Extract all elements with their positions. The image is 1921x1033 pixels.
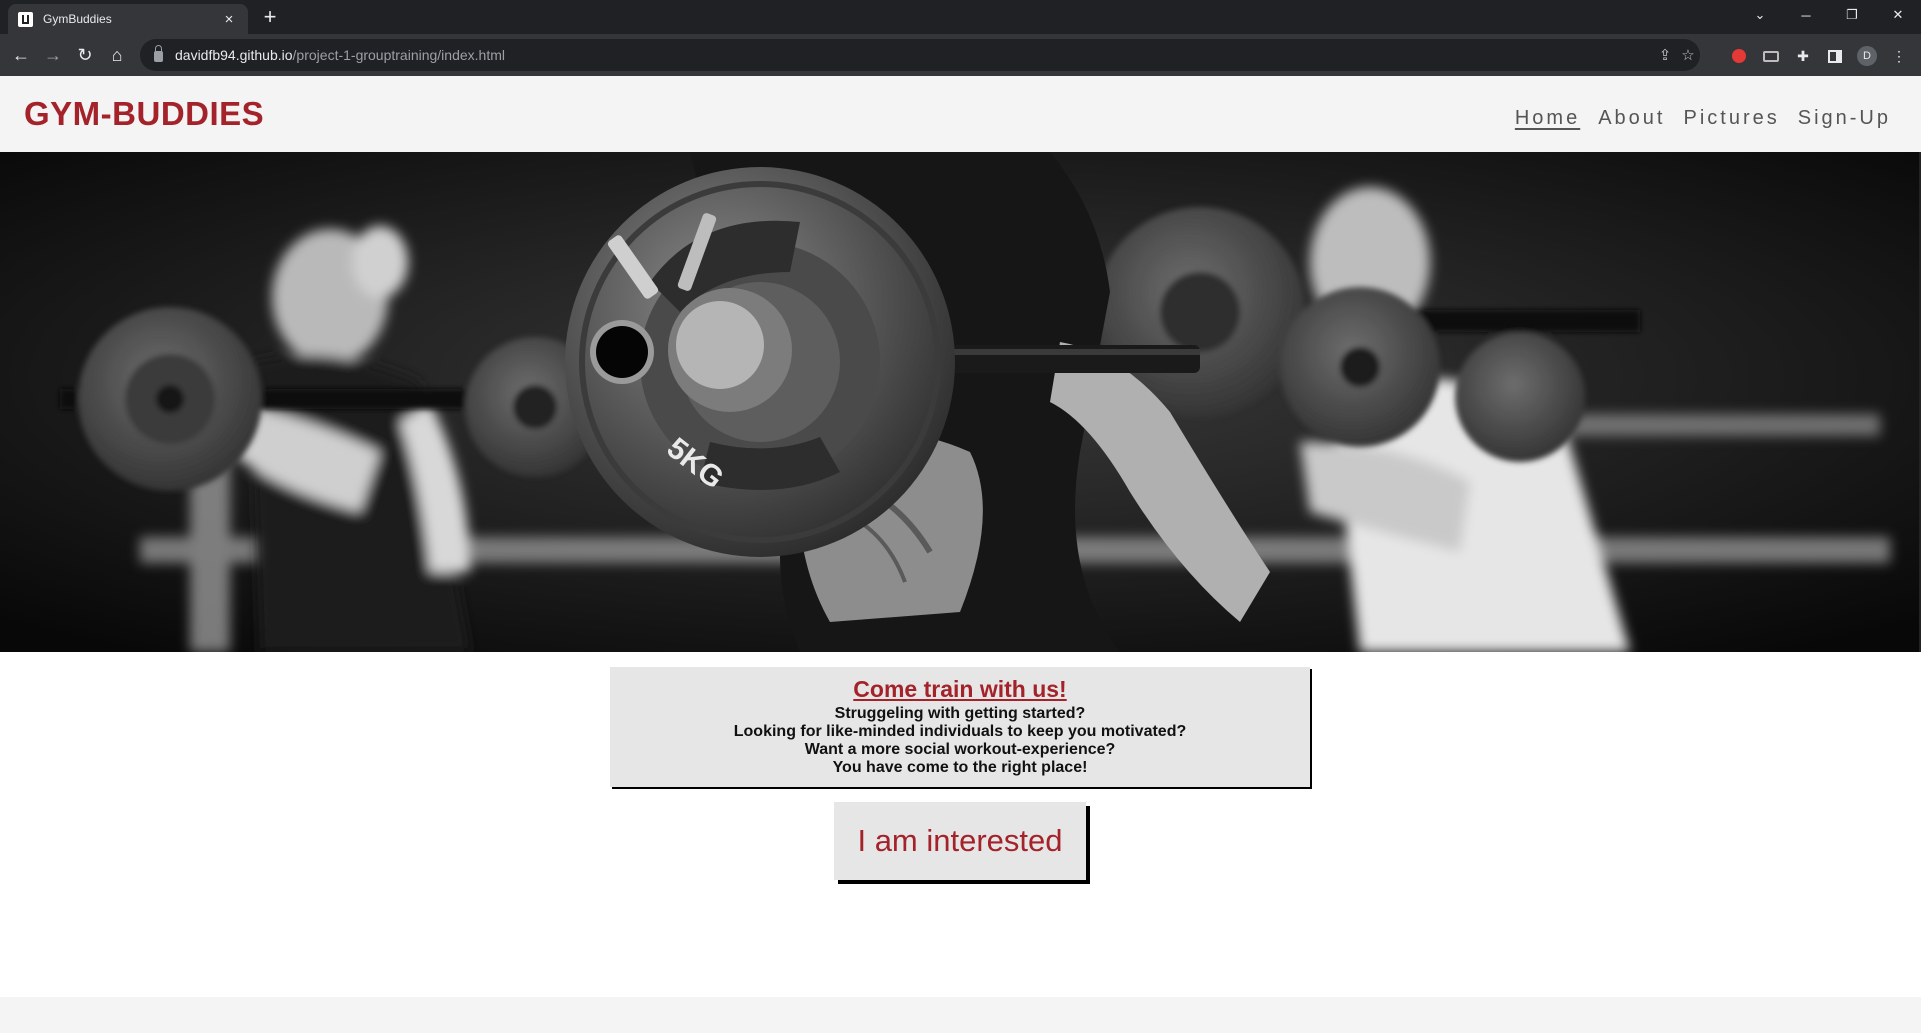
site-favicon-icon <box>18 11 33 27</box>
intro-line: Struggeling with getting started? <box>834 705 1086 722</box>
close-window-icon[interactable]: ✕ <box>1875 0 1921 30</box>
url-path: /project-1-grouptraining/index.html <box>292 47 505 63</box>
forward-icon[interactable]: → <box>38 40 68 70</box>
main-content: Come train with us! Struggeling with get… <box>0 652 1921 997</box>
side-panel-icon[interactable] <box>1824 45 1846 67</box>
address-bar[interactable]: davidfb94.github.io/project-1-grouptrain… <box>140 39 1700 71</box>
url-host: davidfb94.github.io <box>175 47 293 63</box>
nav-about[interactable]: About <box>1598 107 1665 130</box>
reload-icon[interactable]: ↻ <box>70 40 100 70</box>
share-icon[interactable]: ⇪ <box>1655 45 1675 65</box>
new-tab-button[interactable]: + <box>256 4 284 30</box>
interested-button[interactable]: I am interested <box>834 802 1086 880</box>
browser-tab[interactable]: GymBuddies × <box>8 4 248 34</box>
url-text[interactable]: davidfb94.github.io/project-1-grouptrain… <box>175 47 505 63</box>
main-nav: Home About Pictures Sign-Up <box>1497 107 1891 130</box>
browser-tab-bar: GymBuddies × + ⌄ ─ ❐ ✕ <box>0 0 1921 34</box>
intro-line: Want a more social workout-experience? <box>804 741 1116 758</box>
browser-menu-icon[interactable]: ⋮ <box>1888 45 1910 67</box>
back-icon[interactable]: ← <box>6 40 36 70</box>
browser-toolbar: ← → ↻ ⌂ davidfb94.github.io/project-1-gr… <box>0 34 1921 76</box>
intro-heading: Come train with us! <box>853 676 1067 702</box>
intro-line: You have come to the right place! <box>832 759 1088 776</box>
home-icon[interactable]: ⌂ <box>102 40 132 70</box>
intro-line: Looking for like-minded individuals to k… <box>733 723 1187 740</box>
restore-icon[interactable]: ❐ <box>1829 0 1875 30</box>
site-footer <box>0 997 1921 1033</box>
intro-card: Come train with us! Struggeling with get… <box>610 667 1310 787</box>
profile-avatar-icon[interactable]: D <box>1856 45 1878 67</box>
site-logo[interactable]: GYM-BUDDIES <box>24 95 264 133</box>
extension-red-icon[interactable] <box>1728 45 1750 67</box>
tab-close-icon[interactable]: × <box>220 11 238 28</box>
minimize-icon[interactable]: ─ <box>1783 0 1829 30</box>
nav-home[interactable]: Home <box>1515 107 1580 130</box>
tab-title: GymBuddies <box>43 12 112 26</box>
hero-image: 5KG <box>0 152 1921 652</box>
hero-photo: 5KG <box>0 152 1921 652</box>
extension-screen-icon[interactable] <box>1760 45 1782 67</box>
nav-sign-up[interactable]: Sign-Up <box>1798 107 1891 130</box>
lock-icon <box>154 45 163 62</box>
tab-search-icon[interactable]: ⌄ <box>1737 0 1783 30</box>
nav-pictures[interactable]: Pictures <box>1683 107 1779 130</box>
site-header: GYM-BUDDIES Home About Pictures Sign-Up <box>0 76 1921 152</box>
extensions-puzzle-icon[interactable]: ✚ <box>1792 45 1814 67</box>
bookmark-star-icon[interactable]: ☆ <box>1678 45 1698 65</box>
